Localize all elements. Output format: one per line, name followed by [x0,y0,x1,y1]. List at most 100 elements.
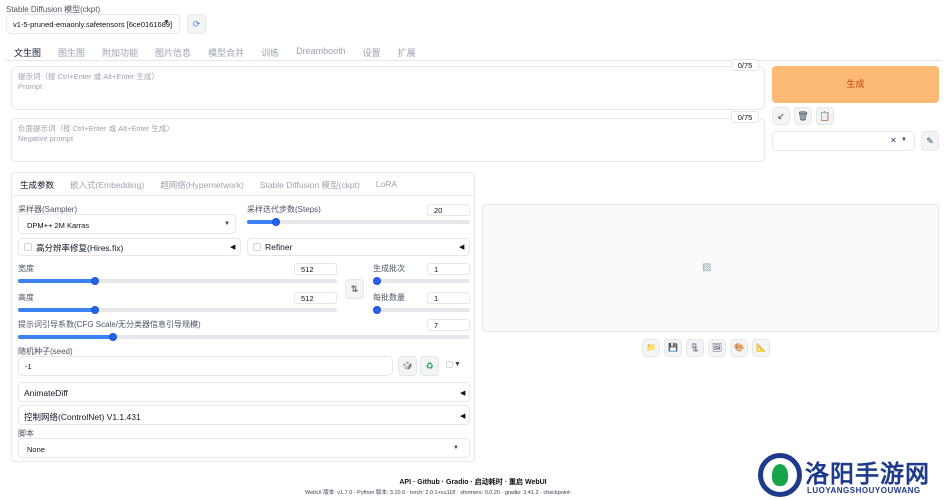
palette-icon: 🎨 [734,343,744,352]
sampler-select[interactable]: DPM++ 2M Karras ▼ [18,214,236,234]
tab-merge[interactable]: 模型合并 [208,46,244,59]
paste-button[interactable]: 📋 [816,107,834,125]
refresh-button[interactable]: ⟳ [187,14,206,34]
height-slider[interactable] [18,306,337,314]
chevron-down-icon: ▼ [453,445,459,451]
prompt-token-counter: 0/75 [731,59,759,71]
controlnet-label: 控制网络(ControlNet) V1.1.431 [24,412,141,422]
batch-count-label: 生成批次 [373,264,405,273]
seed-input[interactable]: -1 [18,356,393,376]
generate-button[interactable]: 生成 [772,66,939,103]
height-label: 高度 [18,293,34,302]
batch-count-handle[interactable] [373,277,381,285]
hires-accordion[interactable]: 高分辨率修复(Hires.fix) ◀ [18,238,241,256]
tab-png-info[interactable]: 图片信息 [155,46,191,59]
seed-value: -1 [25,362,32,371]
chevron-down-icon: ▼ [901,137,907,143]
height-fill [18,308,95,312]
chevron-down-icon: ▼ [224,221,230,227]
tab-generation[interactable]: 生成参数 [20,179,54,191]
tab-txt2img[interactable]: 文生图 [14,46,41,59]
prompt-placeholder: 提示词（按 Ctrl+Enter 或 Alt+Enter 生成） [18,72,159,81]
checkpoint-select[interactable]: v1-5-pruned-emaonly.safetensors [6ce0161… [6,14,180,34]
tab-extras[interactable]: 附加功能 [102,46,138,59]
send-to-inpaint-button[interactable]: 🎨 [730,339,748,357]
archive-icon: 🗜 [689,343,701,352]
steps-handle[interactable] [272,218,280,226]
script-value: None [27,445,45,454]
batch-count-input[interactable]: 1 [427,263,470,275]
tab-checkpoints[interactable]: Stable Diffusion 模型(ckpt) [260,179,360,191]
batch-size-label: 每批数量 [373,293,405,302]
negative-prompt-input[interactable]: 负面提示词（按 Ctrl+Enter 或 Alt+Enter 生成） Negat… [11,118,765,162]
swap-dimensions-button[interactable]: ⇅ [345,279,364,299]
read-params-button[interactable]: ↙ [772,107,790,125]
output-gallery: ▨ [482,204,939,332]
steps-slider[interactable] [247,218,470,226]
width-input[interactable]: 512 [294,263,337,275]
script-select[interactable]: None ▼ [18,438,470,458]
extra-seed-checkbox[interactable] [446,361,453,368]
batch-size-input[interactable]: 1 [427,292,470,304]
tabs-divider [6,60,942,61]
cfg-handle[interactable] [109,333,117,341]
refiner-checkbox[interactable] [253,243,261,251]
batch-count-slider[interactable] [373,277,470,285]
folder-icon: 📁 [646,343,656,352]
ruler-icon: 📐 [756,343,766,352]
prompt-placeholder-2: Prompt [18,82,43,91]
send-to-extras-button[interactable]: 📐 [752,339,770,357]
sampler-value: DPM++ 2M Karras [27,221,90,230]
collapse-icon: ◀ [459,244,465,251]
watermark-logo-mark [772,464,788,486]
batch-size-slider[interactable] [373,306,470,314]
width-slider[interactable] [18,277,337,285]
subtabs-divider [11,195,475,196]
height-handle[interactable] [91,306,99,314]
random-seed-button[interactable]: 🎲 [398,356,417,376]
cfg-input[interactable]: 7 [427,319,470,331]
clear-icon[interactable]: ✕ [890,136,897,145]
animatediff-accordion[interactable]: AnimateDiff ◀ [18,382,470,402]
steps-input[interactable]: 20 [427,204,470,216]
tab-dreambooth[interactable]: Dreambooth [296,46,346,59]
steps-label: 采样迭代步数(Steps) [247,205,321,214]
edit-styles-button[interactable]: ✎ [921,131,939,151]
styles-select[interactable]: ✕ ▼ [772,131,915,151]
tab-settings[interactable]: 设置 [363,46,381,59]
tab-extensions[interactable]: 扩展 [398,46,416,59]
height-input[interactable]: 512 [294,292,337,304]
cfg-fill [18,335,113,339]
zip-button[interactable]: 🗜 [686,339,704,357]
expand-icon[interactable]: ▼ [454,361,461,368]
save-icon: 💾 [668,343,678,352]
tab-train[interactable]: 训练 [261,46,279,59]
clipboard-icon: 📋 [819,111,831,121]
send-to-img2img-button[interactable]: 🖼 [708,339,726,357]
negative-token-counter: 0/75 [731,111,759,123]
tab-img2img[interactable]: 图生图 [58,46,85,59]
trash-icon: 🗑 [797,111,809,121]
collapse-icon: ◀ [460,413,466,420]
width-fill [18,279,95,283]
batch-size-handle[interactable] [373,306,381,314]
tab-embedding[interactable]: 嵌入式(Embedding) [70,179,144,191]
tab-hypernetwork[interactable]: 超网络(Hypernetwork) [160,179,244,191]
dice-icon: 🎲 [402,361,413,370]
save-button[interactable]: 💾 [664,339,682,357]
refiner-accordion[interactable]: Refiner ◀ [247,238,470,256]
open-folder-button[interactable]: 📁 [642,339,660,357]
refiner-label: Refiner [265,242,293,252]
width-handle[interactable] [91,277,99,285]
clear-prompt-button[interactable]: 🗑 [794,107,812,125]
chevron-down-icon: ▼ [163,19,170,26]
prompt-input[interactable]: 提示词（按 Ctrl+Enter 或 Alt+Enter 生成） Prompt [11,66,765,110]
tab-lora[interactable]: LoRA [376,179,397,191]
sub-tabs: 生成参数 嵌入式(Embedding) 超网络(Hypernetwork) St… [20,179,397,191]
reuse-seed-button[interactable]: ♻ [420,356,439,376]
controlnet-accordion[interactable]: 控制网络(ControlNet) V1.1.431 ◀ [18,405,470,425]
cfg-slider[interactable] [18,333,470,341]
collapse-icon: ◀ [460,390,466,397]
pencil-icon: ✎ [926,136,934,146]
hires-checkbox[interactable] [24,243,32,251]
